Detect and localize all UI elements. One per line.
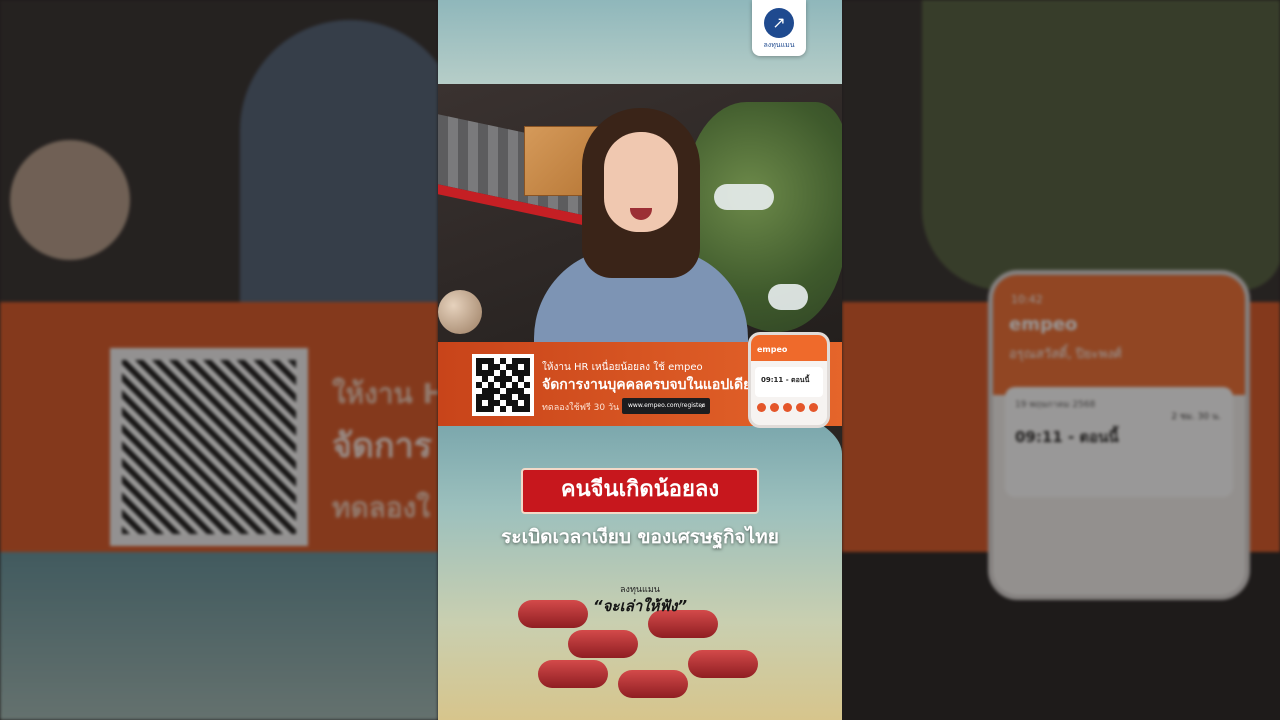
video-frame[interactable]: ให้งาน H จัดการ ทดลองใ 10:42 empeo อรุณส… (0, 0, 1280, 720)
studio-scene (438, 84, 842, 346)
ad-headline: จัดการงานบุคคลครบจบในแอปเดียว (542, 377, 760, 393)
dynamite-stick (618, 670, 688, 698)
short-video-panel[interactable]: ↗ ลงทุนแมน ให้งาน HR เหนื่อยน้อยลง ใช้ e (438, 0, 842, 720)
app-icon (757, 403, 766, 412)
clock-text: 09:11 - ตอนนี้ (1015, 428, 1119, 446)
dynamite-stick (538, 660, 608, 688)
ad-trial-text: ทดลองใช้ฟรี 30 วัน (542, 403, 620, 413)
app-icon (783, 403, 792, 412)
ad-url-text: www.empeo.com/register (628, 402, 705, 409)
duration-text: 2 ชม. 30 น. (1171, 412, 1221, 422)
user-greeting: อรุณสวัสดิ์, ปิยะพงศ์ (1009, 347, 1122, 362)
phone-header: 10:42 empeo อรุณสวัสดิ์, ปิยะพงศ์ (993, 275, 1245, 395)
app-icon (770, 403, 779, 412)
backdrop-text: ทดลองใ (332, 491, 430, 524)
cloud (768, 284, 808, 310)
wooden-ball (438, 290, 482, 334)
video-subtitle: ระเบิดเวลาเงียบ ของเศรษฐกิจไทย (501, 526, 779, 548)
qr-code[interactable] (472, 354, 534, 416)
qr-pattern (476, 358, 530, 412)
wooden-ball (10, 140, 130, 260)
dynamite-stick (568, 630, 638, 658)
ad-url-bar[interactable]: www.empeo.com/register ⌕ (622, 398, 710, 414)
video-title: คนจีนเกิดน้อยลง (521, 468, 759, 514)
backdrop-text: ให้งาน H (332, 377, 438, 410)
app-name: empeo (1009, 314, 1078, 335)
backdrop-host-silhouette (240, 20, 438, 310)
backdrop-qr-code (110, 348, 308, 546)
status-time: 10:42 (1011, 293, 1043, 306)
backdrop-text: จัดการ (332, 426, 432, 466)
ad-tagline: ให้งาน HR เหนื่อยน้อยลง ใช้ empeo (542, 362, 703, 373)
dynamite-stick (688, 650, 758, 678)
backdrop-lower (0, 552, 438, 720)
attendance-card: 19 พฤษภาคม 2568 09:11 - ตอนนี้ 2 ชม. 30 … (1005, 387, 1233, 497)
news-host (526, 108, 756, 346)
backdrop-phone: 10:42 empeo อรุณสวัสดิ์, ปิยะพงศ์ 19 พฤษ… (988, 270, 1250, 600)
app-icon (796, 403, 805, 412)
logo-label: ลงทุนแมน (763, 41, 795, 49)
search-icon: ⌕ (700, 401, 706, 411)
channel-logo[interactable]: ↗ ลงทุนแมน (752, 0, 806, 56)
app-phone-mockup: empeo 09:11 - ตอนนี้ (748, 332, 830, 428)
blurred-backdrop-right: 10:42 empeo อรุณสวัสดิ์, ปิยะพงศ์ 19 พฤษ… (842, 0, 1280, 720)
app-icon-row (751, 403, 827, 412)
backdrop-map (922, 0, 1280, 290)
app-icon (809, 403, 818, 412)
blurred-backdrop-left: ให้งาน H จัดการ ทดลองใ (0, 0, 438, 720)
app-name: empeo (751, 335, 827, 361)
chart-up-icon: ↗ (764, 8, 794, 38)
clock-card: 09:11 - ตอนนี้ (755, 367, 823, 397)
series-tagline: “จะเล่าให้ฟัง” (592, 597, 688, 615)
